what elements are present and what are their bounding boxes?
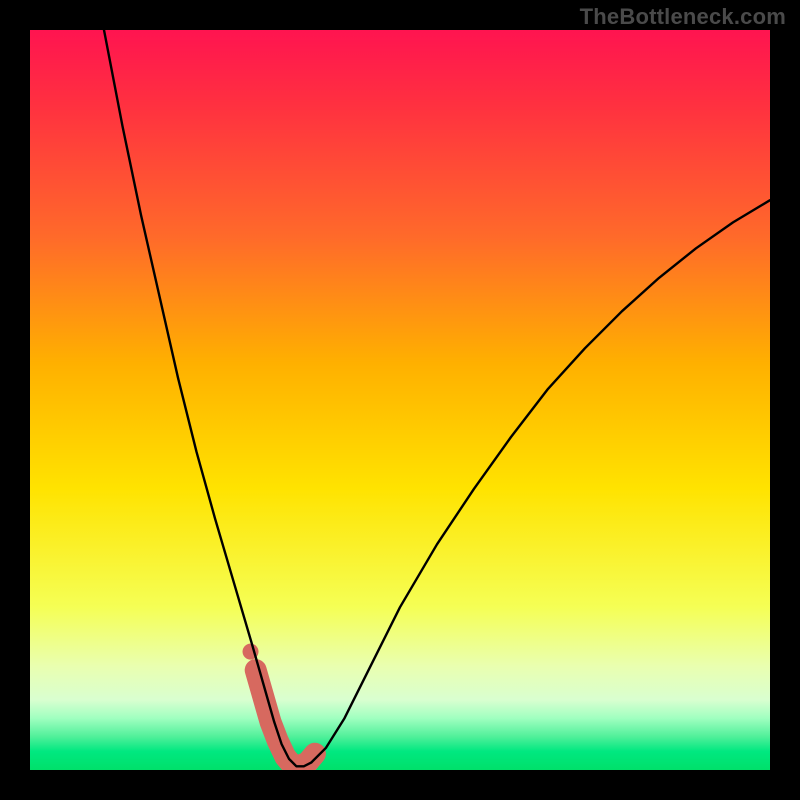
watermark-text: TheBottleneck.com bbox=[580, 4, 786, 30]
plot-area bbox=[30, 30, 770, 770]
chart-frame: TheBottleneck.com bbox=[0, 0, 800, 800]
chart-svg bbox=[30, 30, 770, 770]
